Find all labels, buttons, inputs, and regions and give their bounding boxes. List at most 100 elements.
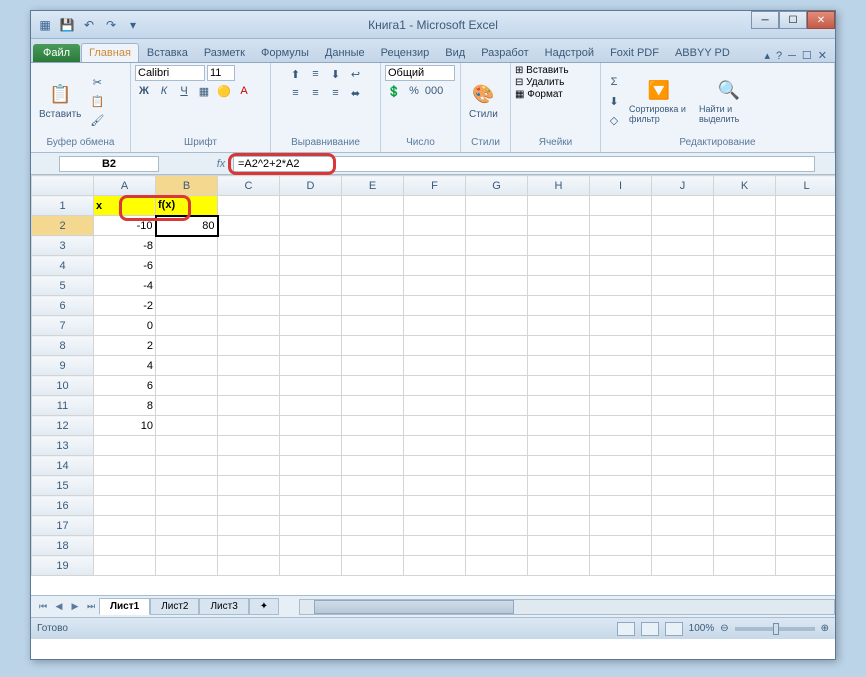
- row-header[interactable]: 3: [32, 236, 94, 256]
- cell[interactable]: [404, 236, 466, 256]
- cell[interactable]: [714, 556, 776, 576]
- cell[interactable]: [590, 416, 652, 436]
- col-header-g[interactable]: G: [466, 176, 528, 196]
- cell[interactable]: [528, 496, 590, 516]
- cell[interactable]: [342, 276, 404, 296]
- cell[interactable]: [714, 496, 776, 516]
- view-normal-button[interactable]: [617, 622, 635, 636]
- copy-button[interactable]: 📋: [87, 92, 107, 110]
- cell[interactable]: [280, 196, 342, 216]
- row-header[interactable]: 14: [32, 456, 94, 476]
- cell[interactable]: [528, 456, 590, 476]
- col-header-f[interactable]: F: [404, 176, 466, 196]
- cell[interactable]: [280, 336, 342, 356]
- cell[interactable]: [218, 236, 280, 256]
- cell[interactable]: [156, 436, 218, 456]
- horizontal-scrollbar[interactable]: [299, 599, 835, 615]
- cell[interactable]: [218, 196, 280, 216]
- cell[interactable]: [404, 556, 466, 576]
- cell[interactable]: [652, 296, 714, 316]
- cell-a1[interactable]: x: [94, 196, 156, 216]
- cell[interactable]: [714, 376, 776, 396]
- cell[interactable]: [714, 476, 776, 496]
- help-icon[interactable]: ?: [776, 50, 782, 62]
- cell[interactable]: [714, 256, 776, 276]
- cell[interactable]: [156, 376, 218, 396]
- scroll-thumb[interactable]: [314, 600, 514, 614]
- cell[interactable]: [590, 236, 652, 256]
- cell[interactable]: [404, 296, 466, 316]
- cell[interactable]: [652, 256, 714, 276]
- number-format-select[interactable]: [385, 65, 455, 81]
- tab-abbyy[interactable]: ABBYY PD: [667, 43, 738, 62]
- percent-button[interactable]: %: [405, 82, 423, 100]
- undo-button[interactable]: ↶: [79, 15, 99, 35]
- cell[interactable]: [652, 356, 714, 376]
- cell[interactable]: [714, 196, 776, 216]
- cell[interactable]: [776, 376, 836, 396]
- cell[interactable]: 2: [94, 336, 156, 356]
- cell[interactable]: [466, 556, 528, 576]
- cell[interactable]: [776, 356, 836, 376]
- cell[interactable]: -4: [94, 276, 156, 296]
- cell[interactable]: [280, 296, 342, 316]
- cell-a2[interactable]: -10: [94, 216, 156, 236]
- align-center-button[interactable]: ≡: [307, 84, 325, 102]
- row-header[interactable]: 5: [32, 276, 94, 296]
- cell[interactable]: [342, 536, 404, 556]
- cell[interactable]: [652, 416, 714, 436]
- cell[interactable]: [466, 436, 528, 456]
- worksheet-area[interactable]: A B C D E F G H I J K L 1 x f(x) 2: [31, 175, 835, 595]
- cell[interactable]: [652, 396, 714, 416]
- cell[interactable]: [280, 356, 342, 376]
- save-button[interactable]: 💾: [57, 15, 77, 35]
- cell[interactable]: [466, 536, 528, 556]
- row-header[interactable]: 16: [32, 496, 94, 516]
- cell[interactable]: [590, 336, 652, 356]
- row-header[interactable]: 8: [32, 336, 94, 356]
- cell[interactable]: [590, 356, 652, 376]
- col-header-b[interactable]: B: [156, 176, 218, 196]
- col-header-e[interactable]: E: [342, 176, 404, 196]
- cell[interactable]: [590, 296, 652, 316]
- tab-review[interactable]: Рецензир: [373, 43, 438, 62]
- cell-b1[interactable]: f(x): [156, 196, 218, 216]
- cell[interactable]: [528, 196, 590, 216]
- cell[interactable]: [466, 396, 528, 416]
- row-header[interactable]: 19: [32, 556, 94, 576]
- redo-button[interactable]: ↷: [101, 15, 121, 35]
- cell[interactable]: [404, 396, 466, 416]
- tab-home[interactable]: Главная: [81, 43, 139, 62]
- tab-view[interactable]: Вид: [437, 43, 473, 62]
- cell[interactable]: -8: [94, 236, 156, 256]
- cell[interactable]: [156, 276, 218, 296]
- cell[interactable]: [342, 376, 404, 396]
- cell[interactable]: [466, 516, 528, 536]
- view-layout-button[interactable]: [641, 622, 659, 636]
- cell[interactable]: [466, 496, 528, 516]
- col-header-a[interactable]: A: [94, 176, 156, 196]
- cell[interactable]: [218, 476, 280, 496]
- cell[interactable]: [156, 416, 218, 436]
- cell[interactable]: [466, 276, 528, 296]
- maximize-button[interactable]: ☐: [779, 11, 807, 29]
- col-header-j[interactable]: J: [652, 176, 714, 196]
- format-painter-button[interactable]: 🖌: [87, 111, 107, 129]
- cell[interactable]: [466, 256, 528, 276]
- col-header-c[interactable]: C: [218, 176, 280, 196]
- cell[interactable]: [280, 436, 342, 456]
- cell[interactable]: [466, 336, 528, 356]
- cell[interactable]: [156, 296, 218, 316]
- cell[interactable]: [466, 316, 528, 336]
- cell[interactable]: [404, 416, 466, 436]
- cell[interactable]: [94, 456, 156, 476]
- cell[interactable]: [590, 256, 652, 276]
- styles-button[interactable]: 🎨 Стили: [465, 81, 502, 122]
- cell[interactable]: [590, 396, 652, 416]
- cell[interactable]: [218, 356, 280, 376]
- cell[interactable]: [404, 276, 466, 296]
- cell[interactable]: [652, 376, 714, 396]
- cell[interactable]: [94, 516, 156, 536]
- font-name-select[interactable]: [135, 65, 205, 81]
- cell[interactable]: [466, 416, 528, 436]
